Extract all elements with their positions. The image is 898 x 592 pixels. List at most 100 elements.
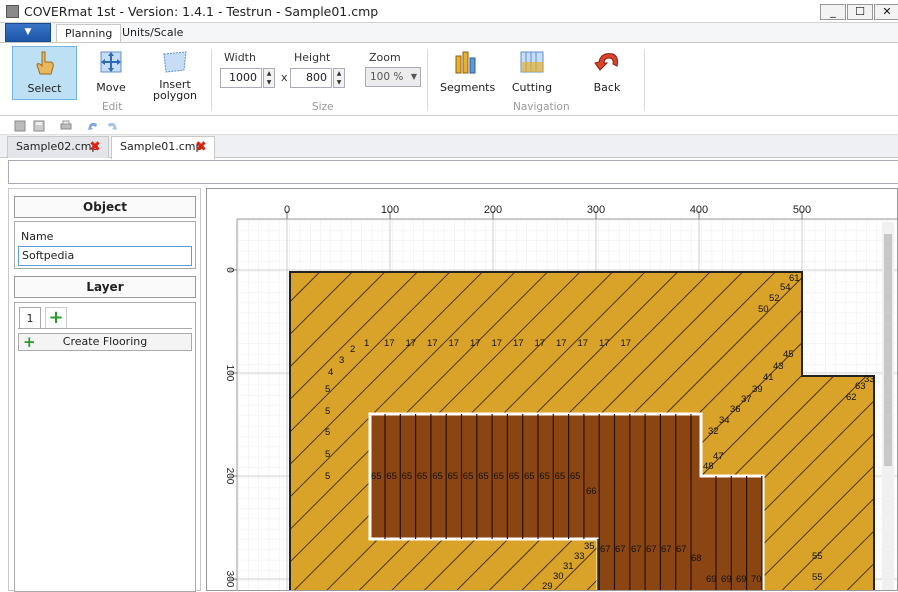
segment-label: 68 xyxy=(691,553,702,564)
close-icon[interactable]: ✖ xyxy=(88,140,102,154)
back-button[interactable]: Back xyxy=(590,46,624,100)
maximize-button[interactable]: ☐ xyxy=(847,4,873,20)
name-field[interactable]: Softpedia xyxy=(18,246,192,266)
scrollbar-thumb[interactable] xyxy=(884,234,892,466)
segment-label: 65 xyxy=(432,471,443,482)
close-icon[interactable]: ✖ xyxy=(194,140,208,154)
segment-label: 45 xyxy=(783,349,794,360)
save-icon[interactable] xyxy=(33,120,45,132)
cutting-button[interactable]: Cutting xyxy=(510,46,554,100)
app-menu-button[interactable]: ▼ xyxy=(5,23,51,42)
segments-label: Segments xyxy=(440,81,496,94)
segment-label: 67 xyxy=(615,544,626,555)
segment-label: 55 xyxy=(812,551,823,562)
floor-plan[interactable]: 0 100 200 300 400 500 0 100 200 300 1 17 17 17 17 17 1… xyxy=(207,189,898,591)
ruler-y-label: 0 xyxy=(224,267,235,273)
print-icon[interactable] xyxy=(60,120,72,132)
doc-tab-sample02[interactable]: Sample02.cmp ✖ xyxy=(7,136,109,158)
segment-label: 41 xyxy=(763,372,774,383)
segment-label: 17 xyxy=(621,338,632,349)
segment-label: 67 xyxy=(661,544,672,555)
create-flooring-label: Create Flooring xyxy=(62,335,148,348)
navigation-group-label: Navigation xyxy=(513,101,570,113)
segment-label: 55 xyxy=(812,572,823,583)
segment-label: 5 xyxy=(325,406,330,417)
ruler-x-label: 0 xyxy=(284,204,290,216)
ruler-x-label: 200 xyxy=(484,204,502,216)
minimize-button[interactable]: _ xyxy=(820,4,846,20)
edit-group-label: Edit xyxy=(102,101,123,113)
object-header[interactable]: Object xyxy=(14,196,196,218)
group-separator xyxy=(211,49,212,111)
segment-label: 5 xyxy=(325,471,330,482)
tab-units-scale[interactable]: Units/Scale xyxy=(114,24,191,43)
back-label: Back xyxy=(593,81,621,94)
segment-label: 65 xyxy=(463,471,474,482)
select-label: Select xyxy=(27,82,62,95)
ruler-y-label: 200 xyxy=(224,468,235,485)
height-stepper[interactable]: ▲ ▼ xyxy=(333,68,345,88)
tab-planning[interactable]: Planning xyxy=(56,24,122,43)
segment-label: 35 xyxy=(584,541,595,552)
segment-label: 62 xyxy=(846,392,857,403)
width-stepper[interactable]: ▲ ▼ xyxy=(263,68,275,88)
segment-label: 65 xyxy=(539,471,550,482)
ruler-x-label: 500 xyxy=(793,204,811,216)
width-label: Width xyxy=(224,51,256,64)
app-icon xyxy=(6,5,19,18)
title-bar: COVERmat 1st - Version: 1.4.1 - Testrun … xyxy=(0,0,898,23)
ribbon-toolbar: Select Move Insert polygon Edit Width 10… xyxy=(0,42,898,116)
segment-label: 69 xyxy=(706,574,717,585)
ruler-y-label: 300 xyxy=(224,571,235,588)
segment-label: 52 xyxy=(769,293,780,304)
chevron-down-icon: ▼ xyxy=(24,27,32,37)
group-separator xyxy=(427,49,428,111)
redo-icon[interactable] xyxy=(106,120,118,132)
segments-button[interactable]: Segments xyxy=(440,46,496,100)
segment-label: 5 xyxy=(325,449,330,460)
zoom-select[interactable]: 100 % ▼ xyxy=(365,67,421,87)
segment-label: 32 xyxy=(708,426,719,437)
width-field[interactable]: 1000 xyxy=(220,68,262,88)
segment-label: 17 xyxy=(406,338,417,349)
segment-label: 65 xyxy=(402,471,413,482)
divider xyxy=(18,328,192,329)
segment-label: 17 xyxy=(513,338,524,349)
segment-label: 54 xyxy=(780,282,791,293)
doc-tab-sample01[interactable]: Sample01.cmp ✖ xyxy=(111,136,215,159)
segment-label: 67 xyxy=(646,544,657,555)
doc-tab-label: Sample02.cmp xyxy=(16,140,99,153)
segment-label: 33 xyxy=(864,374,875,385)
undo-icon[interactable] xyxy=(87,120,99,132)
segment-label: 2 xyxy=(350,344,355,355)
layer-header[interactable]: Layer xyxy=(14,276,196,298)
drawing-canvas[interactable]: 0 100 200 300 400 500 0 100 200 300 1 17 17 17 17 17 1… xyxy=(206,188,898,591)
select-button[interactable]: Select xyxy=(12,46,77,100)
move-button[interactable]: Move xyxy=(90,46,132,100)
zoom-label: Zoom xyxy=(369,51,401,64)
create-flooring-button[interactable]: + Create Flooring xyxy=(18,333,192,351)
segment-label: 70 xyxy=(751,574,762,585)
size-group-label: Size xyxy=(312,101,334,113)
back-arrow-icon xyxy=(594,53,618,71)
height-field[interactable]: 800 xyxy=(290,68,332,88)
save-all-icon[interactable] xyxy=(14,120,26,132)
segment-label: 61 xyxy=(789,273,800,284)
segment-label: 65 xyxy=(493,471,504,482)
layer-tab-1[interactable]: 1 xyxy=(19,307,41,329)
segment-label: 31 xyxy=(563,561,574,572)
segment-label: 1 xyxy=(364,338,369,349)
ruler-y-label: 100 xyxy=(224,365,235,382)
segments-icon xyxy=(455,51,476,74)
segment-label: 65 xyxy=(478,471,489,482)
segment-label: 65 xyxy=(555,471,566,482)
segment-label: 65 xyxy=(448,471,459,482)
insert-polygon-label: Insert polygon xyxy=(153,78,197,102)
segment-label: 39 xyxy=(752,384,763,395)
move-arrows-icon xyxy=(100,51,122,73)
insert-polygon-button[interactable]: Insert polygon xyxy=(150,46,200,102)
ruler-x-label: 300 xyxy=(587,204,605,216)
ruler-left xyxy=(207,189,237,590)
close-window-button[interactable]: ✕ xyxy=(874,4,898,20)
add-layer-icon[interactable]: + xyxy=(45,307,67,329)
